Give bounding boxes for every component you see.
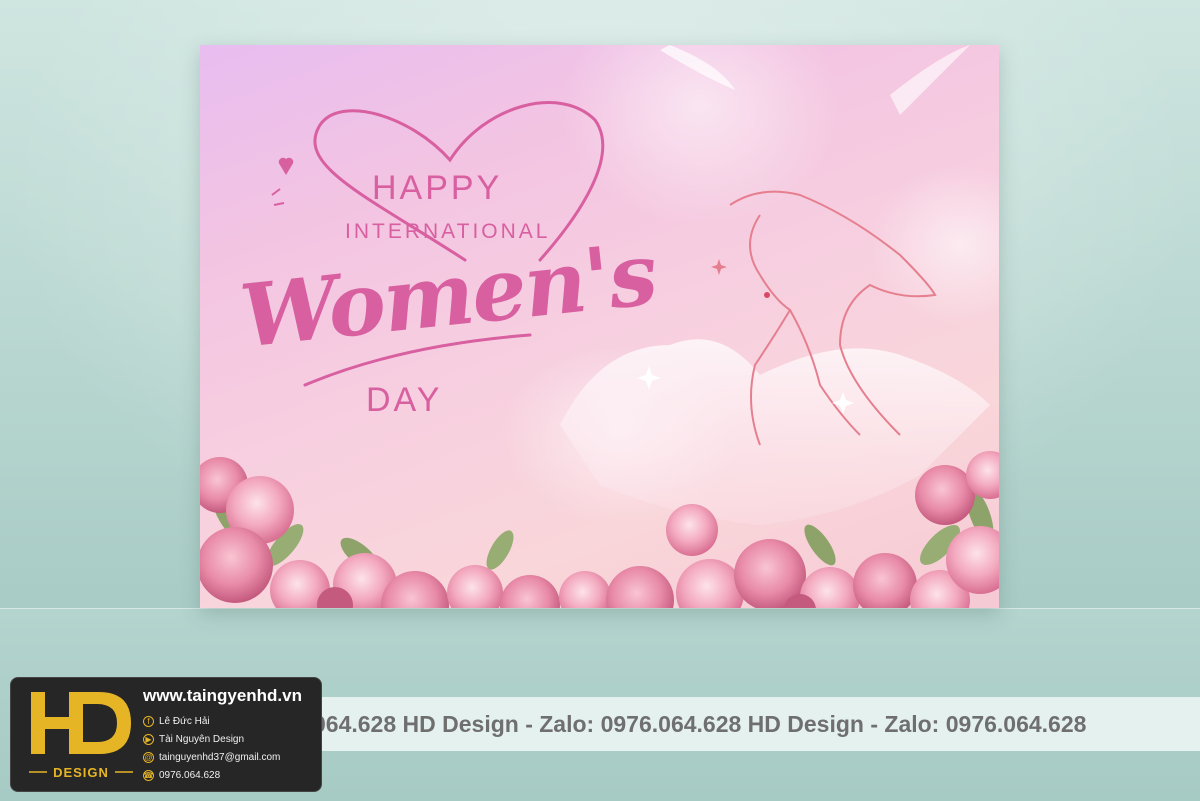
watermark-ticker: 064.628 HD Design - Zalo: 0976.064.628 H… [305, 697, 1200, 751]
facebook-name: Lê Đức Hải [159, 716, 210, 727]
email-icon: @ [143, 752, 154, 763]
phone-row[interactable]: ☎ 0976.064.628 [143, 770, 220, 781]
hd-design-logo: DESIGN [29, 692, 133, 780]
light-streak [890, 45, 970, 115]
womens-day-banner: HAPPY INTERNATIONAL Women's DAY [200, 45, 999, 608]
phone-icon: ☎ [143, 770, 154, 781]
youtube-icon: ▶ [143, 734, 154, 745]
leaf [804, 524, 836, 566]
woman-lips [764, 292, 770, 298]
svg-text:DESIGN: DESIGN [53, 765, 109, 780]
sparkle-icon [711, 259, 727, 275]
website-link[interactable]: www.taingyenhd.vn [143, 686, 302, 706]
contact-card: DESIGN www.taingyenhd.vn f Lê Đức Hải ▶ … [10, 677, 322, 792]
small-heart-icon [278, 157, 294, 175]
email-address: tainguyenhd37@gmail.com [159, 752, 281, 763]
email-row[interactable]: @ tainguyenhd37@gmail.com [143, 752, 280, 763]
bokeh-light [870, 165, 999, 325]
phone-number: 0976.064.628 [159, 770, 221, 781]
ticker-text: 064.628 HD Design - Zalo: 0976.064.628 H… [313, 710, 1087, 737]
leaf [486, 530, 514, 570]
youtube-row[interactable]: ▶ Tài Nguyên Design [143, 734, 244, 745]
youtube-channel: Tài Nguyên Design [159, 734, 245, 745]
greeting-happy: HAPPY [372, 169, 503, 207]
facebook-icon: f [143, 716, 154, 727]
woman-face-line [749, 214, 761, 276]
facebook-row[interactable]: f Lê Đức Hải [143, 716, 210, 727]
sparkle-strokes [271, 188, 285, 206]
greeting-day: DAY [366, 381, 443, 419]
